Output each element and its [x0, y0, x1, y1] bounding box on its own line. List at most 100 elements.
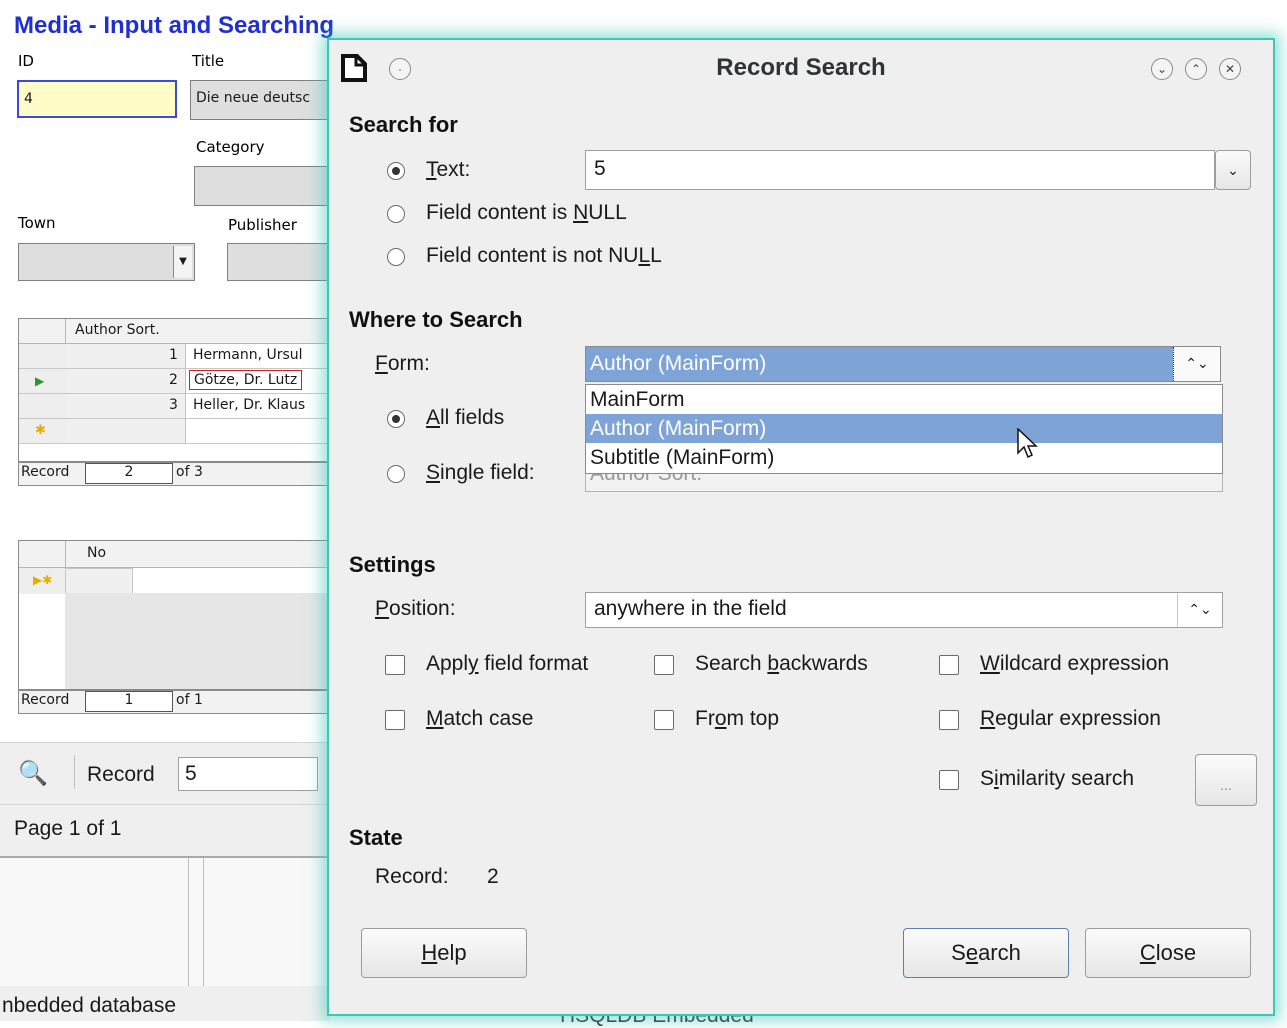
new-row-icon: ✱	[35, 423, 46, 438]
author-grid[interactable]: Author Sort. 1 Hermann, Ursul ▶ 2 Götze,…	[18, 318, 332, 462]
wildcard-expression-label: Wildcard expression	[980, 652, 1170, 675]
single-field-value: Author Sort.	[590, 474, 702, 486]
state-heading: State	[349, 825, 403, 850]
null-radio[interactable]	[387, 205, 405, 223]
single-field-select: Author Sort.	[585, 474, 1223, 492]
regular-expression-label: Regular expression	[980, 707, 1161, 730]
search-backwards-label: Search backwards	[695, 652, 868, 675]
row-number: 2	[169, 372, 178, 388]
minimize-icon[interactable]: ⌄	[1151, 58, 1173, 80]
wildcard-expression-checkbox[interactable]	[939, 655, 959, 675]
table-row-new[interactable]: ✱	[19, 419, 331, 444]
table-row[interactable]: 3 Heller, Dr. Klaus	[19, 394, 331, 419]
not-null-radio-label: Field content is not NULL	[426, 244, 662, 267]
author-cell[interactable]: Heller, Dr. Klaus	[193, 397, 305, 413]
grid2-navigation: Record 1 of 1	[18, 690, 332, 714]
page-status-bar: Page 1 of 1	[0, 804, 330, 857]
help-button[interactable]: Help	[361, 928, 527, 978]
where-to-search-heading: Where to Search	[349, 307, 523, 332]
record-label: Record	[21, 692, 70, 708]
text-radio[interactable]	[387, 162, 405, 180]
page-status-text: Page 1 of 1	[14, 817, 122, 840]
toolbar-record-label: Record	[87, 763, 155, 786]
grid-header-author-sort[interactable]: Author Sort.	[75, 322, 160, 338]
chevron-down-icon: ⌄	[1227, 162, 1239, 178]
id-field[interactable]: 4	[17, 80, 177, 118]
publisher-label: Publisher	[228, 216, 297, 234]
match-case-label: Match case	[426, 707, 534, 730]
updown-chevron-icon[interactable]: ⌃⌄	[1177, 593, 1222, 627]
current-row-icon: ▶	[35, 374, 45, 388]
close-button[interactable]: Close	[1085, 928, 1251, 978]
table-row[interactable]: ▶ 2 Götze, Dr. Lutz	[19, 369, 331, 394]
form-select[interactable]: Author (MainForm) ⌃⌄	[585, 346, 1221, 382]
not-null-radio[interactable]	[387, 248, 405, 266]
publisher-field[interactable]	[227, 243, 330, 281]
row-number: 3	[169, 397, 178, 413]
row-number: 1	[169, 347, 178, 363]
current-new-row-icon: ▶✱	[33, 573, 53, 587]
record-number-field[interactable]: 1	[85, 691, 173, 712]
subtitle-grid[interactable]: No ▶✱	[18, 540, 332, 690]
form-option-subtitle[interactable]: Subtitle (MainForm)	[586, 443, 1222, 472]
apply-field-format-checkbox[interactable]	[385, 655, 405, 675]
similarity-search-label: Similarity search	[980, 767, 1135, 790]
grid-header-no[interactable]: No	[87, 545, 106, 561]
similarity-search-checkbox[interactable]	[939, 770, 959, 790]
record-count: of 1	[176, 692, 203, 708]
author-cell[interactable]: Götze, Dr. Lutz	[189, 370, 303, 390]
apply-field-format-label: Apply field format	[426, 652, 589, 675]
state-record-value: 2	[487, 865, 499, 888]
town-label: Town	[18, 214, 56, 232]
similarity-options-button[interactable]: ...	[1195, 754, 1257, 806]
lower-panel	[0, 856, 330, 988]
single-field-label: Single field:	[426, 461, 535, 484]
town-combobox[interactable]: ▼	[18, 243, 195, 281]
category-label: Category	[196, 138, 265, 156]
search-button[interactable]: Search	[903, 928, 1069, 978]
author-cell[interactable]: Hermann, Ursul	[193, 347, 303, 363]
form-select-value: Author (MainForm)	[590, 352, 767, 375]
chevron-down-icon[interactable]: ▼	[173, 246, 192, 278]
toolbar-record-field[interactable]: 5	[178, 757, 318, 791]
maximize-icon[interactable]: ⌃	[1185, 58, 1207, 80]
position-label: Position:	[375, 597, 456, 620]
all-fields-radio[interactable]	[387, 410, 405, 428]
status-bar: nbedded database	[0, 986, 330, 1021]
search-text-input[interactable]: 5	[585, 150, 1215, 190]
dialog-titlebar[interactable]: · Record Search ⌄ ⌃ ✕	[329, 40, 1273, 98]
find-record-icon[interactable]: 🔍	[18, 759, 48, 788]
single-field-radio[interactable]	[387, 465, 405, 483]
form-option-author[interactable]: Author (MainForm)	[586, 414, 1222, 443]
updown-chevron-icon[interactable]: ⌃⌄	[1173, 347, 1220, 381]
search-history-dropdown[interactable]: ⌄	[1215, 150, 1251, 190]
from-top-checkbox[interactable]	[654, 710, 674, 730]
match-case-checkbox[interactable]	[385, 710, 405, 730]
search-backwards-checkbox[interactable]	[654, 655, 674, 675]
form-dropdown-list[interactable]: MainForm Author (MainForm) Subtitle (Mai…	[585, 384, 1223, 474]
category-field[interactable]	[194, 166, 330, 206]
form-title: Media - Input and Searching	[14, 12, 335, 39]
position-select[interactable]: anywhere in the field ⌃⌄	[585, 592, 1223, 628]
form-option-mainform[interactable]: MainForm	[586, 385, 1222, 414]
form-navigation-toolbar: 🔍 Record 5	[0, 742, 330, 805]
table-row[interactable]: 1 Hermann, Ursul	[19, 344, 331, 369]
all-fields-label: All fields	[426, 406, 505, 429]
text-radio-label: Text:	[426, 158, 471, 181]
id-label: ID	[18, 52, 34, 70]
record-search-dialog: · Record Search ⌄ ⌃ ✕ Search for Text: 5…	[327, 38, 1275, 1016]
status-database-text: nbedded database	[2, 994, 176, 1017]
regular-expression-checkbox[interactable]	[939, 710, 959, 730]
mouse-pointer-icon	[1017, 427, 1039, 466]
null-radio-label: Field content is NULL	[426, 201, 627, 224]
state-record-label: Record:	[375, 865, 449, 888]
position-select-value: anywhere in the field	[594, 597, 787, 620]
grid1-navigation: Record 2 of 3	[18, 462, 332, 486]
search-for-heading: Search for	[349, 112, 458, 137]
dialog-title: Record Search	[716, 54, 886, 81]
from-top-label: From top	[695, 707, 780, 730]
record-number-field[interactable]: 2	[85, 463, 173, 484]
close-icon[interactable]: ✕	[1219, 58, 1241, 80]
record-label: Record	[21, 464, 70, 480]
title-field[interactable]: Die neue deutsc	[190, 80, 330, 120]
